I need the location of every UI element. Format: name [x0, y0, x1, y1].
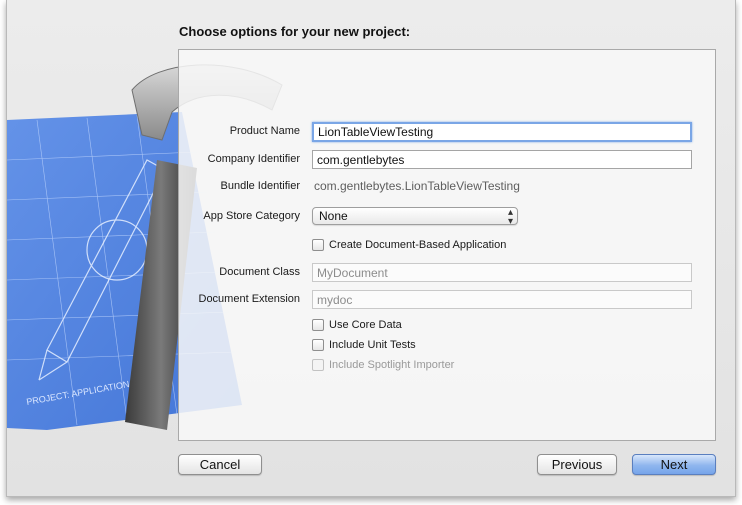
next-button[interactable]: Next	[632, 454, 716, 475]
document-class-label: Document Class	[219, 266, 300, 278]
dialog-title: Choose options for your new project:	[179, 24, 411, 39]
document-class-field[interactable]	[312, 263, 692, 282]
app-store-category-label: App Store Category	[203, 210, 300, 222]
app-store-category-value: None	[319, 209, 348, 223]
checkbox-box-icon	[312, 359, 324, 371]
include-spotlight-importer-checkbox[interactable]: Include Spotlight Importer	[312, 359, 454, 371]
popup-arrows-icon: ▴ ▾	[507, 207, 513, 227]
product-name-field[interactable]	[312, 122, 692, 142]
previous-button[interactable]: Previous	[537, 454, 617, 475]
checkbox-box-icon	[312, 319, 324, 331]
new-project-dialog: PROJECT: APPLICATION.APP Choose options …	[6, 0, 736, 497]
include-unit-tests-label: Include Unit Tests	[329, 339, 416, 351]
include-unit-tests-checkbox[interactable]: Include Unit Tests	[312, 339, 416, 351]
bundle-identifier-value: com.gentlebytes.LionTableViewTesting	[314, 179, 520, 193]
create-document-based-checkbox[interactable]: Create Document-Based Application	[312, 239, 506, 251]
document-extension-label: Document Extension	[198, 293, 301, 305]
use-core-data-label: Use Core Data	[329, 319, 402, 331]
checkbox-box-icon	[312, 339, 324, 351]
checkbox-box-icon	[312, 239, 324, 251]
cancel-button[interactable]: Cancel	[178, 454, 262, 475]
product-name-label: Product Name	[229, 125, 300, 137]
bundle-identifier-label: Bundle Identifier	[220, 180, 301, 192]
use-core-data-checkbox[interactable]: Use Core Data	[312, 319, 402, 331]
document-extension-field[interactable]	[312, 290, 692, 309]
include-spotlight-importer-label: Include Spotlight Importer	[329, 359, 455, 371]
create-document-based-label: Create Document-Based Application	[329, 239, 507, 251]
app-store-category-popup[interactable]: None ▴ ▾	[312, 207, 518, 227]
options-panel: Product Name Company Identifier Bundle I…	[178, 49, 716, 441]
company-identifier-label: Company Identifier	[207, 153, 300, 165]
company-identifier-field[interactable]	[312, 150, 692, 169]
